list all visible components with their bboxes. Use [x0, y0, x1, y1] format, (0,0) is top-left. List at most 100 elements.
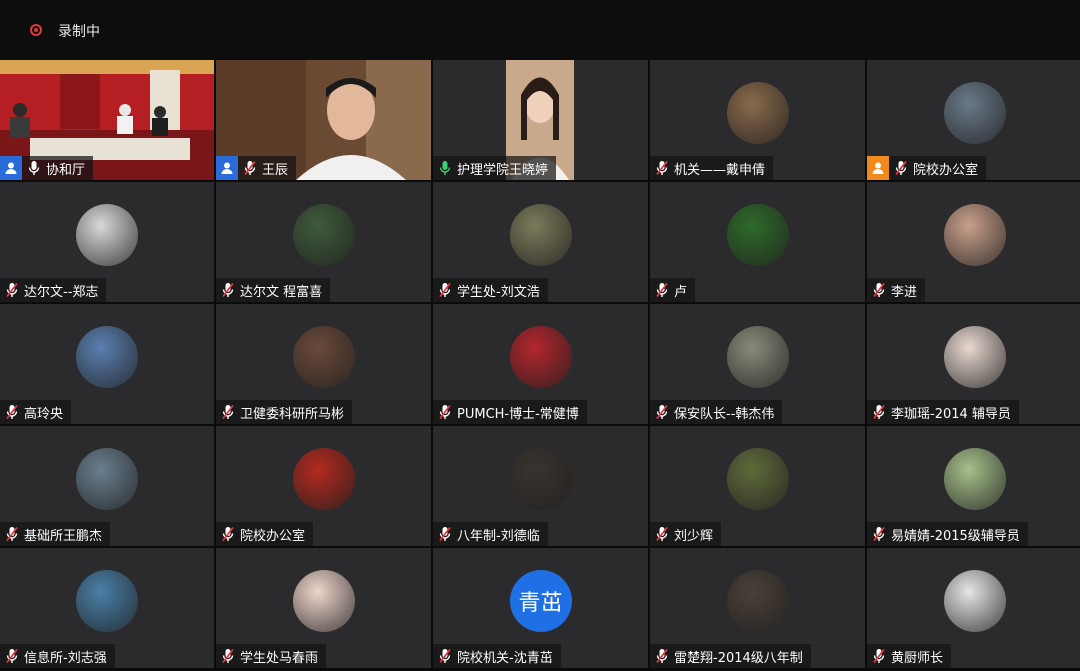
- avatar: [76, 448, 138, 510]
- participant-tile[interactable]: 李珈瑶-2014 辅导员: [867, 304, 1080, 424]
- participant-name: 卫健委科研所马彬: [240, 406, 345, 422]
- avatar: [726, 82, 789, 144]
- participant-tile[interactable]: 青茁院校机关-沈青茁: [433, 548, 648, 668]
- mic-muted-icon: [435, 522, 455, 546]
- participant-tile[interactable]: 保安队长--韩杰伟: [650, 304, 865, 424]
- avatar: [726, 570, 789, 632]
- mic-muted-icon: [652, 156, 672, 180]
- participant-nametag: 王辰: [216, 156, 297, 180]
- participant-name: 雷楚翔-2014级八年制: [674, 650, 803, 666]
- participant-tile[interactable]: 卢: [650, 182, 865, 302]
- person-icon: [216, 156, 238, 180]
- participant-name: 基础所王鹏杰: [24, 528, 103, 544]
- mic-icon: [24, 156, 44, 180]
- avatar: [943, 204, 1006, 266]
- participant-grid: 协和厅 王辰 护理学院王晓婷 机关——戴申倩 院校办公室 达尔文--郑志 达尔文 程富喜 学生…: [0, 60, 1080, 671]
- avatar: [292, 326, 355, 388]
- participant-nametag: 黄厨师长: [867, 644, 952, 668]
- mic-muted-icon: [652, 522, 672, 546]
- participant-nametag: 卢: [650, 278, 696, 302]
- mic-muted-icon: [435, 278, 455, 302]
- participant-nametag: 机关——戴申倩: [650, 156, 774, 180]
- participant-nametag: 学生处马春雨: [216, 644, 327, 668]
- participant-name: 机关——戴申倩: [674, 162, 766, 178]
- participant-name: 李进: [891, 284, 918, 300]
- avatar: [76, 326, 138, 388]
- participant-nametag: 护理学院王晓婷: [433, 156, 557, 180]
- avatar: [292, 204, 355, 266]
- participant-name: 李珈瑶-2014 辅导员: [891, 406, 1011, 422]
- participant-name: 保安队长--韩杰伟: [674, 406, 775, 422]
- person-icon: [0, 156, 22, 180]
- participant-tile[interactable]: 护理学院王晓婷: [433, 60, 648, 180]
- avatar: [726, 448, 789, 510]
- mic-muted-icon: [869, 644, 889, 668]
- participant-tile[interactable]: 学生处-刘文浩: [433, 182, 648, 302]
- participant-name: 院校办公室: [913, 162, 979, 178]
- mic-muted-icon: [218, 278, 238, 302]
- avatar: [509, 448, 572, 510]
- participant-name: PUMCH-博士-常健博: [457, 406, 579, 422]
- participant-tile[interactable]: 达尔文 程富喜: [216, 182, 431, 302]
- participant-tile[interactable]: 雷楚翔-2014级八年制: [650, 548, 865, 668]
- mic-muted-icon: [218, 644, 238, 668]
- meeting-top-bar: 录制中: [0, 0, 1080, 60]
- recording-icon: [30, 24, 42, 36]
- participant-name: 易婧婧-2015级辅导员: [891, 528, 1020, 544]
- avatar: 青茁: [509, 570, 572, 632]
- mic-muted-icon: [2, 400, 22, 424]
- participant-nametag: 卫健委科研所马彬: [216, 400, 353, 424]
- avatar: [943, 326, 1006, 388]
- participant-tile[interactable]: 达尔文--郑志: [0, 182, 214, 302]
- participant-tile[interactable]: PUMCH-博士-常健博: [433, 304, 648, 424]
- avatar: [292, 570, 355, 632]
- participant-name: 达尔文 程富喜: [240, 284, 323, 300]
- participant-tile[interactable]: 机关——戴申倩: [650, 60, 865, 180]
- participant-nametag: 协和厅: [0, 156, 94, 180]
- participant-nametag: 李进: [867, 278, 926, 302]
- participant-tile[interactable]: 信息所-刘志强: [0, 548, 214, 668]
- participant-name: 八年制-刘德临: [457, 528, 540, 544]
- mic-muted-icon: [218, 522, 238, 546]
- participant-tile[interactable]: 院校办公室: [867, 60, 1080, 180]
- participant-tile[interactable]: 易婧婧-2015级辅导员: [867, 426, 1080, 546]
- participant-tile[interactable]: 卫健委科研所马彬: [216, 304, 431, 424]
- avatar: [292, 448, 355, 510]
- mic-muted-icon: [2, 522, 22, 546]
- participant-nametag: 李珈瑶-2014 辅导员: [867, 400, 1019, 424]
- participant-nametag: 院校办公室: [216, 522, 314, 546]
- participant-name: 刘少辉: [674, 528, 714, 544]
- participant-nametag: 易婧婧-2015级辅导员: [867, 522, 1028, 546]
- mic-muted-icon: [891, 156, 911, 180]
- participant-tile[interactable]: 李进: [867, 182, 1080, 302]
- participant-name: 学生处-刘文浩: [457, 284, 540, 300]
- participant-nametag: PUMCH-博士-常健博: [433, 400, 587, 424]
- person-icon: [867, 156, 889, 180]
- participant-tile[interactable]: 刘少辉: [650, 426, 865, 546]
- mic-muted-icon: [240, 156, 260, 180]
- participant-name: 王辰: [262, 162, 289, 178]
- participant-tile[interactable]: 学生处马春雨: [216, 548, 431, 668]
- participant-tile[interactable]: 基础所王鹏杰: [0, 426, 214, 546]
- participant-nametag: 达尔文--郑志: [0, 278, 107, 302]
- avatar: [509, 204, 572, 266]
- participant-name: 护理学院王晓婷: [457, 162, 549, 178]
- participant-tile[interactable]: 王辰: [216, 60, 431, 180]
- mic-icon: [435, 156, 455, 180]
- recording-status: 录制中: [58, 24, 100, 40]
- avatar: [76, 204, 138, 266]
- participant-tile[interactable]: 黄厨师长: [867, 548, 1080, 668]
- participant-name: 达尔文--郑志: [24, 284, 99, 300]
- participant-name: 黄厨师长: [891, 650, 944, 666]
- avatar: [726, 204, 789, 266]
- participant-tile[interactable]: 协和厅: [0, 60, 214, 180]
- participant-tile[interactable]: 院校办公室: [216, 426, 431, 546]
- participant-name: 院校机关-沈青茁: [457, 650, 553, 666]
- participant-name: 高玲央: [24, 406, 64, 422]
- avatar: [76, 570, 138, 632]
- participant-tile[interactable]: 高玲央: [0, 304, 214, 424]
- participant-nametag: 八年制-刘德临: [433, 522, 548, 546]
- participant-name: 院校办公室: [240, 528, 306, 544]
- participant-name: 学生处马春雨: [240, 650, 319, 666]
- participant-tile[interactable]: 八年制-刘德临: [433, 426, 648, 546]
